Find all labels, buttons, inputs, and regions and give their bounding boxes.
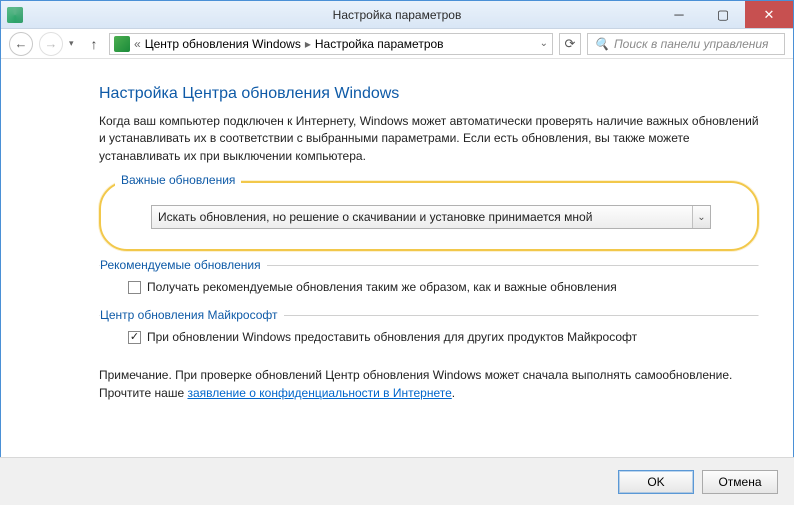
refresh-icon: ⟳ (565, 36, 576, 52)
window-controls: ─ ▢ ✕ (657, 1, 793, 28)
search-icon: 🔍 (594, 37, 609, 51)
arrow-left-icon: ← (15, 36, 28, 51)
note-suffix: . (452, 386, 455, 400)
address-bar[interactable]: « Центр обновления Windows ▸ Настройка п… (109, 33, 553, 55)
group-legend: Центр обновления Майкрософт (100, 308, 284, 322)
up-button[interactable]: ↑ (85, 35, 103, 53)
group-important-updates: Важные обновления Искать обновления, но … (99, 181, 759, 251)
checkbox-label: Получать рекомендуемые обновления таким … (147, 280, 617, 294)
page-heading: Настройка Центра обновления Windows (99, 85, 759, 103)
forward-button[interactable]: → (39, 32, 63, 56)
title-bar: Настройка параметров ─ ▢ ✕ (1, 1, 793, 29)
search-input[interactable]: 🔍 Поиск в панели управления (587, 33, 785, 55)
search-placeholder: Поиск в панели управления (614, 37, 769, 51)
cancel-button[interactable]: Отмена (702, 470, 778, 494)
ok-button[interactable]: OK (618, 470, 694, 494)
important-update-select[interactable]: Искать обновления, но решение о скачиван… (151, 205, 711, 229)
arrow-right-icon: → (45, 36, 58, 51)
location-icon (114, 36, 130, 52)
group-microsoft-update: Центр обновления Майкрософт ✓ При обновл… (99, 315, 759, 355)
important-select-row: Искать обновления, но решение о скачиван… (151, 205, 735, 229)
footer: OK Отмена (0, 457, 794, 505)
close-button[interactable]: ✕ (745, 1, 793, 28)
privacy-link[interactable]: заявление о конфиденциальности в Интерне… (187, 386, 451, 400)
minimize-button[interactable]: ─ (657, 1, 701, 28)
refresh-button[interactable]: ⟳ (559, 33, 581, 55)
group-legend: Важные обновления (115, 173, 241, 187)
group-recommended-updates: Рекомендуемые обновления Получать рекоме… (99, 265, 759, 305)
maximize-button[interactable]: ▢ (701, 1, 745, 28)
breadcrumb-prefix: « (134, 37, 141, 51)
app-icon (7, 7, 23, 23)
ms-update-checkbox[interactable]: ✓ (128, 331, 141, 344)
select-value: Искать обновления, но решение о скачиван… (158, 210, 592, 224)
ms-update-checkbox-row: ✓ При обновлении Windows предоставить об… (128, 330, 758, 344)
nav-bar: ← → ▾ ↑ « Центр обновления Windows ▸ Нас… (1, 29, 793, 59)
privacy-note: Примечание. При проверке обновлений Цент… (99, 367, 759, 402)
chevron-down-icon: ⌄ (692, 206, 710, 228)
arrow-up-icon: ↑ (91, 36, 98, 52)
page-intro: Когда ваш компьютер подключен к Интернет… (99, 113, 759, 165)
address-dropdown-icon[interactable]: ⌄ (540, 38, 548, 49)
group-legend: Рекомендуемые обновления (100, 258, 267, 272)
back-button[interactable]: ← (9, 32, 33, 56)
content-area: Настройка Центра обновления Windows Когд… (1, 59, 793, 456)
chevron-right-icon: ▸ (305, 37, 311, 51)
breadcrumb-item[interactable]: Настройка параметров (315, 37, 444, 51)
history-dropdown[interactable]: ▾ (69, 38, 79, 49)
recommended-checkbox-row: Получать рекомендуемые обновления таким … (128, 280, 758, 294)
recommended-checkbox[interactable] (128, 281, 141, 294)
breadcrumb-item[interactable]: Центр обновления Windows (145, 37, 301, 51)
checkbox-label: При обновлении Windows предоставить обно… (147, 330, 637, 344)
